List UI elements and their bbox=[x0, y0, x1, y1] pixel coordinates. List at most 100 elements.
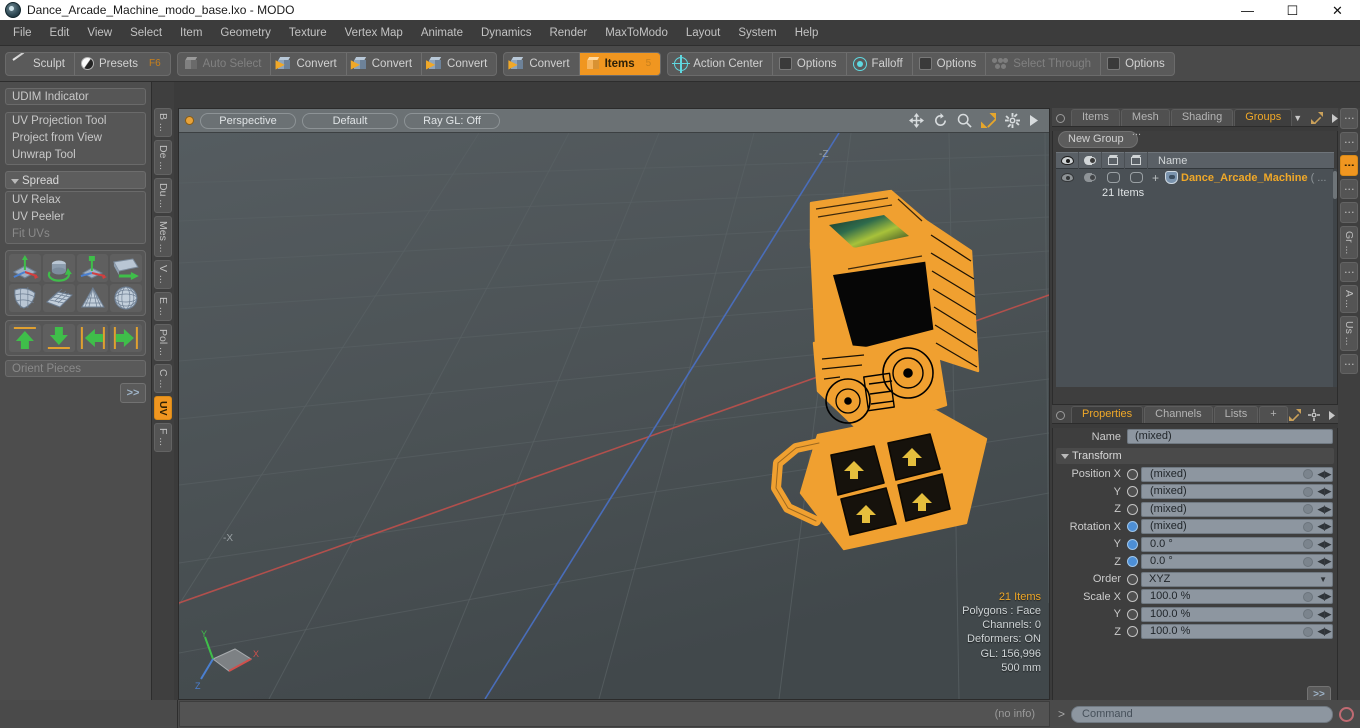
expand-icon[interactable] bbox=[1288, 409, 1301, 421]
group-tree-body[interactable]: + Dance_Arcade_Machine ( ... 21 Items bbox=[1056, 169, 1337, 387]
property-channel-toggle[interactable] bbox=[1127, 503, 1138, 515]
property-stepper[interactable]: ◀|▶ bbox=[1316, 555, 1332, 568]
orient-pieces-field[interactable]: Orient Pieces bbox=[5, 360, 146, 377]
property-knob-icon[interactable] bbox=[1303, 539, 1313, 550]
right-vtab-7[interactable]: A ... bbox=[1340, 285, 1358, 314]
record-icon[interactable] bbox=[1339, 706, 1354, 722]
right-vtab-9[interactable]: ⋮ bbox=[1340, 353, 1358, 375]
uv-cone-icon[interactable] bbox=[76, 284, 109, 312]
menu-item-system[interactable]: System bbox=[729, 24, 785, 42]
name-field[interactable]: (mixed) bbox=[1127, 429, 1333, 445]
command-input[interactable]: Command bbox=[1071, 705, 1333, 723]
property-channel-toggle[interactable] bbox=[1127, 521, 1138, 533]
spread-section-header[interactable]: Spread bbox=[5, 171, 146, 189]
menu-item-dynamics[interactable]: Dynamics bbox=[472, 24, 540, 42]
toolbar-convert-button[interactable]: ▶ Convert bbox=[504, 52, 580, 75]
menu-item-layout[interactable]: Layout bbox=[677, 24, 730, 42]
uv-flip-icon[interactable] bbox=[110, 254, 142, 282]
uv-fit-icon[interactable] bbox=[9, 284, 41, 312]
properties-panel-tab-[interactable]: + bbox=[1259, 406, 1288, 423]
transform-section-header[interactable]: Transform bbox=[1056, 447, 1334, 464]
groups-panel-tab-items[interactable]: Items bbox=[1071, 109, 1120, 126]
toolbar-sculpt-button[interactable]: Sculpt bbox=[6, 52, 75, 75]
property-value[interactable]: (mixed) bbox=[1142, 485, 1303, 498]
property-channel-toggle[interactable] bbox=[1127, 486, 1138, 498]
menu-item-geometry[interactable]: Geometry bbox=[211, 24, 280, 42]
menu-item-render[interactable]: Render bbox=[540, 24, 596, 42]
property-value[interactable]: (mixed) bbox=[1142, 503, 1303, 516]
new-group-button[interactable]: New Group bbox=[1058, 131, 1138, 148]
menu-item-edit[interactable]: Edit bbox=[41, 24, 79, 42]
row-cube-solid-toggle[interactable] bbox=[1125, 169, 1148, 186]
close-button[interactable]: ✕ bbox=[1315, 0, 1360, 20]
uv-rotate-icon[interactable] bbox=[42, 254, 75, 282]
chevron-right-icon[interactable] bbox=[1327, 410, 1337, 421]
property-knob-icon[interactable] bbox=[1303, 591, 1313, 602]
rotate-icon[interactable] bbox=[933, 113, 948, 128]
right-vtab-3[interactable]: ⋮ bbox=[1340, 178, 1358, 199]
property-value[interactable]: 100.0 % bbox=[1142, 608, 1303, 621]
left-vtab-4[interactable]: V ... bbox=[154, 260, 172, 290]
properties-panel-menu-dot-icon[interactable] bbox=[1056, 411, 1065, 420]
property-stepper[interactable]: ◀|▶ bbox=[1316, 468, 1332, 481]
left-vtab-8[interactable]: UV bbox=[154, 395, 172, 421]
viewport-raygl-toggle[interactable]: Ray GL: Off bbox=[404, 112, 500, 129]
menu-item-animate[interactable]: Animate bbox=[412, 24, 472, 42]
property-knob-icon[interactable] bbox=[1303, 469, 1313, 480]
udim-indicator-button[interactable]: UDIM Indicator bbox=[5, 88, 146, 105]
align-down-icon[interactable] bbox=[42, 324, 75, 352]
uv-grid-icon[interactable] bbox=[42, 284, 75, 312]
viewport-view-mode[interactable]: Perspective bbox=[200, 112, 296, 129]
gear-icon[interactable] bbox=[1307, 409, 1320, 421]
properties-panel-tab-channels[interactable]: Channels bbox=[1144, 406, 1213, 423]
menu-item-select[interactable]: Select bbox=[121, 24, 171, 42]
table-row[interactable]: + Dance_Arcade_Machine ( ... bbox=[1056, 169, 1334, 186]
minimize-button[interactable]: — bbox=[1225, 0, 1270, 20]
property-value[interactable]: 0.0 ° bbox=[1142, 555, 1303, 568]
right-vtab-0[interactable]: ⋮ bbox=[1340, 108, 1358, 129]
property-knob-icon[interactable] bbox=[1303, 556, 1313, 567]
left-vtab-1[interactable]: De ... bbox=[154, 139, 172, 175]
menu-item-vertex-map[interactable]: Vertex Map bbox=[336, 24, 412, 42]
groups-panel-tab-groups[interactable]: Groups bbox=[1234, 109, 1293, 126]
right-vtab-4[interactable]: ⋮ bbox=[1340, 202, 1358, 223]
menu-item-help[interactable]: Help bbox=[786, 24, 828, 42]
menu-item-maxtomodo[interactable]: MaxToModo bbox=[596, 24, 677, 42]
right-vtab-8[interactable]: Us ... bbox=[1340, 316, 1358, 351]
groups-panel-tab-mesh[interactable]: Mesh ... bbox=[1120, 109, 1170, 138]
property-stepper[interactable]: ◀|▶ bbox=[1316, 608, 1332, 621]
play-icon[interactable] bbox=[1029, 114, 1039, 127]
left-vtab-0[interactable]: B ... bbox=[154, 108, 172, 137]
tree-scrollbar[interactable] bbox=[1333, 169, 1337, 387]
property-value[interactable]: (mixed) bbox=[1142, 520, 1303, 533]
toolbar-convert-button[interactable]: ▶ Convert bbox=[347, 52, 423, 75]
left-vtab-3[interactable]: Mes ... bbox=[154, 215, 172, 258]
property-knob-icon[interactable] bbox=[1303, 609, 1313, 620]
property-knob-icon[interactable] bbox=[1303, 626, 1313, 637]
property-value[interactable]: 0.0 ° bbox=[1142, 538, 1303, 551]
left-vtab-5[interactable]: E ... bbox=[154, 292, 172, 321]
property-channel-toggle[interactable] bbox=[1127, 626, 1138, 638]
zoom-icon[interactable] bbox=[957, 113, 972, 128]
tool-uv-projection-tool[interactable]: UV Projection Tool bbox=[6, 113, 145, 130]
groups-panel-menu-dot-icon[interactable] bbox=[1056, 114, 1065, 123]
toolbar-options-button[interactable]: Options bbox=[773, 52, 847, 75]
menu-item-texture[interactable]: Texture bbox=[280, 24, 336, 42]
expand-icon[interactable] bbox=[1311, 112, 1324, 124]
toolbar-options-button[interactable]: Options bbox=[913, 52, 987, 75]
maximize-button[interactable]: ☐ bbox=[1270, 0, 1315, 20]
property-stepper[interactable]: ◀|▶ bbox=[1316, 520, 1332, 533]
toolbar-items-button[interactable]: Items 5 bbox=[579, 52, 661, 75]
left-vtab-2[interactable]: Du ... bbox=[154, 177, 172, 213]
right-vtab-6[interactable]: ⋮ bbox=[1340, 261, 1358, 283]
toolbar-falloff-button[interactable]: Falloff bbox=[847, 52, 913, 75]
row-visibility-toggle[interactable] bbox=[1056, 169, 1079, 186]
toolbar-presets-button[interactable]: Presets F6 bbox=[75, 53, 170, 75]
menu-item-file[interactable]: File bbox=[4, 24, 41, 42]
left-vtab-7[interactable]: C ... bbox=[154, 363, 172, 393]
properties-panel-tab-lists[interactable]: Lists bbox=[1213, 406, 1259, 423]
fit-icon[interactable] bbox=[981, 113, 996, 128]
align-left-icon[interactable] bbox=[76, 324, 109, 352]
toolbar-action-center-button[interactable]: Action Center bbox=[668, 52, 773, 75]
property-stepper[interactable]: ◀|▶ bbox=[1316, 503, 1332, 516]
